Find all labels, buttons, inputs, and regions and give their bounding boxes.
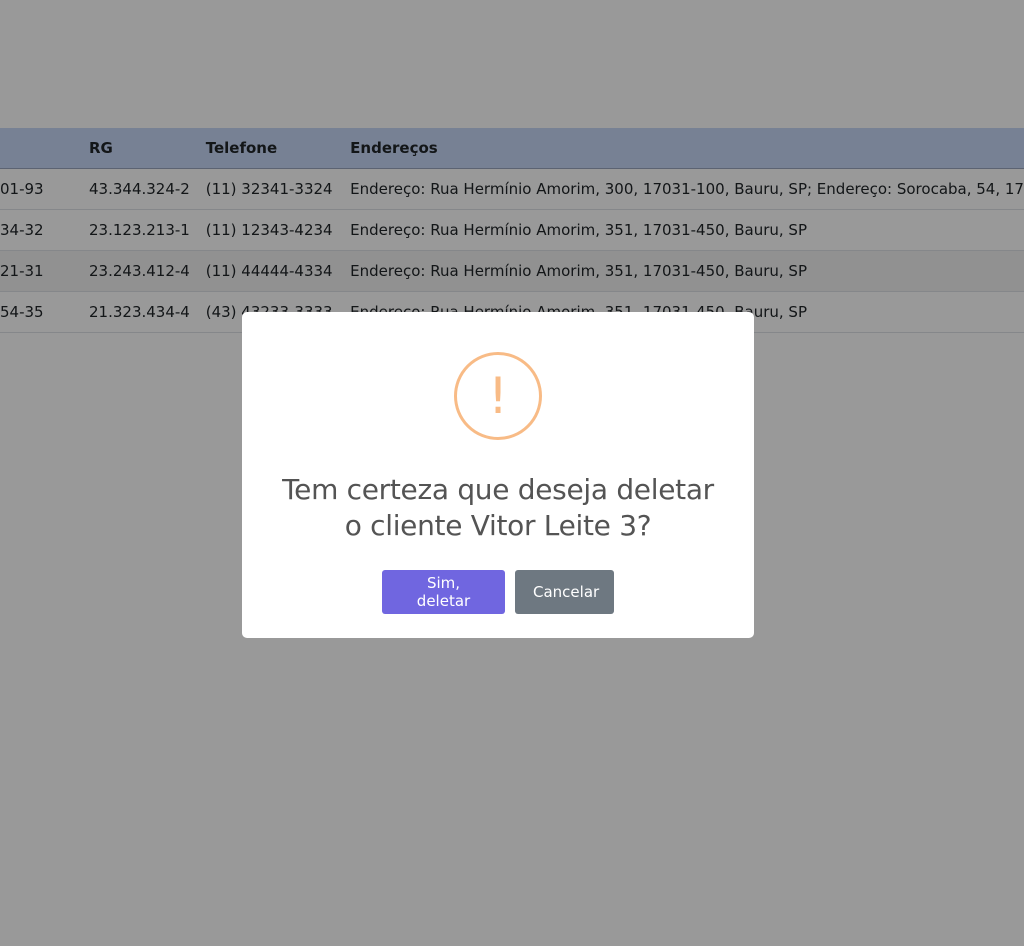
dialog-title-line-1: Tem certeza que deseja deletar xyxy=(282,473,714,506)
warning-icon: ! xyxy=(454,352,542,440)
dialog-title: Tem certeza que deseja deletar o cliente… xyxy=(262,472,734,544)
cancel-button[interactable]: Cancelar xyxy=(515,570,614,614)
dialog-actions: Sim, deletar Cancelar xyxy=(242,570,754,614)
delete-confirm-dialog: ! Tem certeza que deseja deletar o clien… xyxy=(242,312,754,638)
confirm-delete-button[interactable]: Sim, deletar xyxy=(382,570,505,614)
clients-page: RG Telefone Endereços 01-93 43.344.324-2… xyxy=(0,0,1024,946)
dialog-title-line-2: o cliente Vitor Leite 3? xyxy=(344,509,652,542)
